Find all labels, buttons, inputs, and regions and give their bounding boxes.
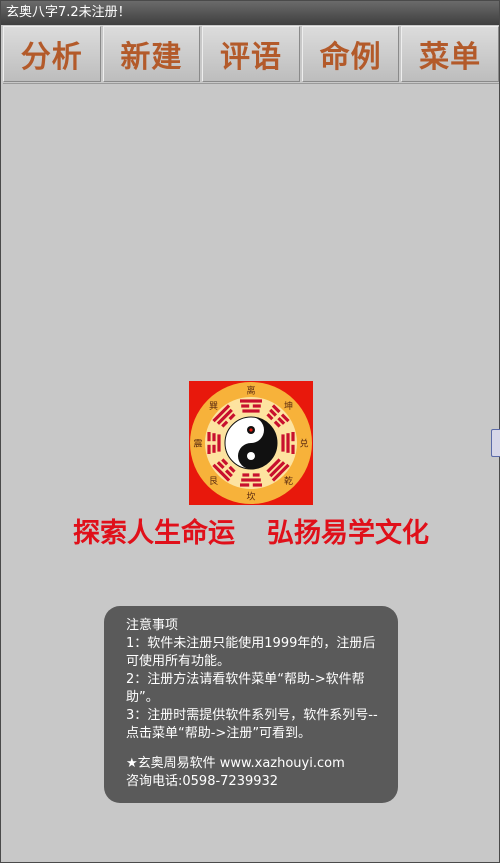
notice-popup: 注意事项 1：软件未注册只能使用1999年的，注册后可使用所有功能。 2：注册方…: [104, 606, 398, 803]
bagua-logo: 离坤兑乾坎 艮 震 巽: [189, 381, 313, 505]
tab-cases[interactable]: 命例: [301, 26, 400, 82]
main-toolbar: 分析 新建 评语 命例 菜单: [3, 26, 499, 82]
notice-phone: 咨询电话:0598-7239932: [126, 774, 279, 789]
tab-new[interactable]: 新建: [102, 26, 201, 82]
tab-menu[interactable]: 菜单: [401, 26, 499, 82]
notice-item-2: 2：注册方法请看软件菜单“帮助->软件帮助”。: [126, 672, 365, 705]
window-title: 玄奥八字7.2未注册！: [6, 5, 131, 20]
trigram-label-3: 兑: [299, 438, 308, 450]
tab-analyze[interactable]: 分析: [3, 26, 101, 82]
notice-company: ★玄奥周易软件 www.xazhouyi.com: [126, 756, 345, 771]
notice-title: 注意事项: [126, 618, 179, 633]
trigram-label-1: 离: [246, 385, 255, 397]
slogan: 探索人生命运 弘扬易学文化: [1, 511, 500, 550]
tab-comments[interactable]: 评语: [202, 26, 300, 82]
slogan-right: 弘扬易学文化: [267, 518, 429, 549]
yin-yang-icon: [224, 416, 278, 470]
trigram-label-6: 艮: [209, 476, 218, 487]
trigram-label-2: 坤: [284, 400, 293, 412]
app-window: 玄奥八字7.2未注册！ 分析 新建 评语 命例 菜单 离坤兑乾坎 艮 震 巽 探索人生…: [0, 0, 500, 863]
toolbar-divider: [3, 83, 499, 84]
trigram-label-4: 乾: [284, 475, 293, 487]
notice-item-3: 3：注册时需提供软件系列号，软件系列号--点击菜单“帮助->注册”可看到。: [126, 708, 378, 741]
trigram-label-5: 坎: [246, 491, 255, 503]
trigram-label-8: 巽: [209, 401, 218, 412]
side-drawer-handle[interactable]: [491, 429, 500, 457]
trigram-label-7: 震: [193, 439, 202, 450]
title-bar: 玄奥八字7.2未注册！: [1, 1, 499, 25]
notice-item-1: 1：软件未注册只能使用1999年的，注册后可使用所有功能。: [126, 636, 376, 669]
slogan-left: 探索人生命运: [73, 518, 235, 549]
